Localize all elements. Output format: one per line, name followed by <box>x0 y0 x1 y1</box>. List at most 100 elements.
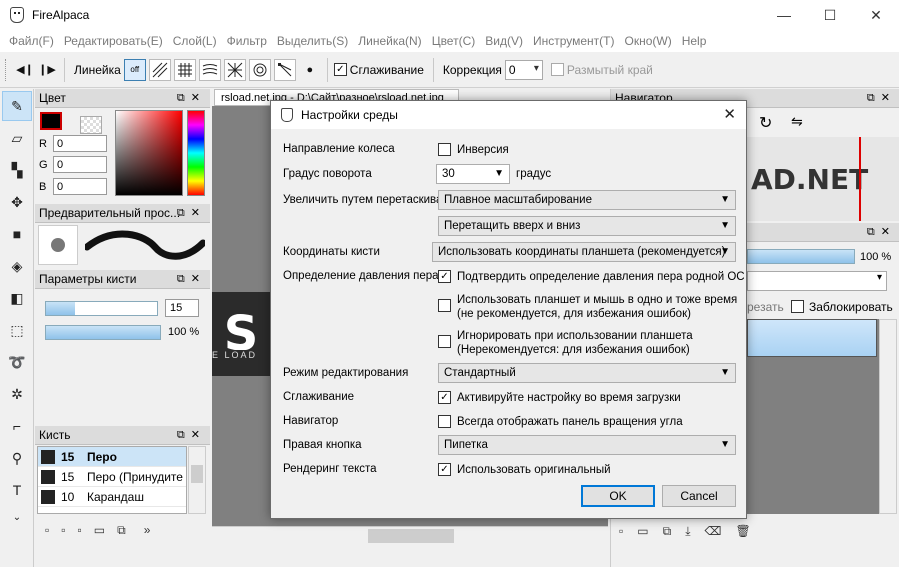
rotation-degree-select[interactable]: 30 ▼ <box>436 164 510 184</box>
menu-color[interactable]: Цвет(C) <box>427 34 481 48</box>
merge-down-icon[interactable]: ⤓ <box>685 524 690 539</box>
ruler-concentric-icon[interactable] <box>248 58 271 81</box>
clear-layer-icon[interactable]: ⌫ <box>705 524 722 538</box>
pen-tool-icon[interactable]: ✎ <box>2 91 32 121</box>
zoom-drag-select[interactable]: Плавное масштабирование ▼ <box>438 190 736 210</box>
panel-dock-close-icons[interactable]: ⧉✕ <box>867 91 896 105</box>
lock-checkbox[interactable] <box>791 300 804 313</box>
duplicate-icon[interactable]: ⧉ <box>117 523 126 538</box>
next-frame-icon[interactable]: ❙▶ <box>36 59 58 81</box>
menu-ruler[interactable]: Линейка(N) <box>353 34 426 48</box>
gradient-tool-icon[interactable]: ◧ <box>2 283 32 313</box>
wheel-invert-checkbox[interactable] <box>438 143 451 156</box>
eraser-tool-icon[interactable]: ▱ <box>2 123 32 153</box>
pressure-ignore-option[interactable]: Игнорировать при использовании планшета … <box>438 329 693 357</box>
duplicate-layer-icon[interactable]: ⧉ <box>663 524 672 539</box>
move-tool-icon[interactable]: ✥ <box>2 187 32 217</box>
text-render-option[interactable]: ✓ Использовать оригинальный <box>438 463 611 477</box>
edit-mode-select[interactable]: Стандартный ▼ <box>438 363 736 383</box>
cancel-button[interactable]: Cancel <box>662 485 736 507</box>
brush-list-scrollbar[interactable] <box>188 446 206 514</box>
g-input[interactable]: 0 <box>53 156 107 173</box>
folder-icon[interactable]: ▭ <box>94 523 105 537</box>
foreground-color-swatch[interactable] <box>40 112 62 130</box>
antialias-checkbox[interactable]: ✓ <box>333 63 347 76</box>
new-brush-alt-icon[interactable]: ▫ <box>61 523 65 537</box>
saturation-value-picker[interactable] <box>115 110 183 196</box>
panel-dock-close-icons[interactable]: ⧉✕ <box>177 272 206 286</box>
brush-row[interactable]: 15 Перо (Принудите <box>38 467 186 487</box>
fill-shape-tool-icon[interactable]: ■ <box>2 219 32 249</box>
text-render-checkbox[interactable]: ✓ <box>438 463 451 476</box>
panel-dock-close-icons[interactable]: ⧉✕ <box>177 91 206 105</box>
menu-select[interactable]: Выделить(S) <box>272 34 353 48</box>
navigator-preview[interactable]: AD.NET <box>747 137 899 221</box>
canvas-horizontal-scrollbar[interactable] <box>212 526 608 544</box>
menu-edit[interactable]: Редактировать(E) <box>59 34 168 48</box>
pressure-tablet-mouse-checkbox[interactable] <box>438 299 451 312</box>
menu-window[interactable]: Окно(W) <box>619 34 676 48</box>
layer-list-scrollbar[interactable] <box>879 319 897 514</box>
panel-dock-close-icons[interactable]: ⧉✕ <box>867 225 896 239</box>
new-layer-icon[interactable]: ▫ <box>619 524 623 538</box>
navigator-option[interactable]: Всегда отображать панель вращения угла <box>438 415 683 429</box>
delete-layer-icon[interactable]: 🗑 <box>735 524 750 538</box>
menu-file[interactable]: Файл(F) <box>4 34 59 48</box>
select-tool-icon[interactable]: ⬚ <box>2 315 32 345</box>
scroll-thumb[interactable] <box>191 465 203 483</box>
correction-select[interactable]: 0 <box>504 59 543 80</box>
scroll-thumb[interactable] <box>368 529 454 543</box>
text-tool-icon[interactable]: T <box>2 475 32 505</box>
pressure-ignore-checkbox[interactable] <box>438 335 451 348</box>
brush-coords-select[interactable]: Использовать координаты планшета (рекоме… <box>432 242 736 262</box>
minimize-button[interactable]: — <box>761 0 807 30</box>
r-input[interactable]: 0 <box>53 135 107 152</box>
prev-frame-icon[interactable]: ◀❙ <box>14 59 36 81</box>
dialog-close-button[interactable]: ✕ <box>723 105 736 123</box>
ruler-radial-icon[interactable] <box>223 58 246 81</box>
hue-slider[interactable] <box>187 110 205 196</box>
close-button[interactable]: ✕ <box>853 0 899 30</box>
smoothing-option[interactable]: ✓ Активируйте настройку во время загрузк… <box>438 391 681 405</box>
ruler-parallel-icon[interactable] <box>148 58 171 81</box>
b-input[interactable]: 0 <box>53 178 107 195</box>
maximize-button[interactable]: ☐ <box>807 0 853 30</box>
wheel-invert-option[interactable]: Инверсия <box>438 143 509 157</box>
menu-layer[interactable]: Слой(L) <box>168 34 222 48</box>
smoothing-checkbox[interactable]: ✓ <box>438 391 451 404</box>
rotate-icon[interactable]: ↻ <box>759 113 772 133</box>
menu-tool[interactable]: Инструмент(T) <box>528 34 620 48</box>
soft-edge-checkbox[interactable] <box>550 63 564 76</box>
ok-button[interactable]: OK <box>581 485 655 507</box>
brush-row[interactable]: 10 Карандаш <box>38 487 186 507</box>
ruler-cross-icon[interactable] <box>173 58 196 81</box>
brush-size-slider[interactable] <box>45 301 158 316</box>
more-tools-icon[interactable]: ⌄ <box>2 507 32 527</box>
new-brush-icon[interactable]: ▫ <box>45 523 49 537</box>
select-pen-tool-icon[interactable]: ⌐ <box>2 411 32 441</box>
brush-row[interactable]: 15 Перо <box>38 447 186 467</box>
layer-opacity-slider[interactable] <box>747 249 855 264</box>
navigator-checkbox[interactable] <box>438 415 451 428</box>
bucket-tool-icon[interactable]: ◈ <box>2 251 32 281</box>
menu-view[interactable]: Вид(V) <box>480 34 528 48</box>
brush-size-input[interactable]: 15 <box>165 299 199 317</box>
right-button-select[interactable]: Пипетка ▼ <box>438 435 736 455</box>
ruler-curve-icon[interactable] <box>198 58 221 81</box>
brush-settings-icon[interactable]: ▫ <box>78 523 82 537</box>
ruler-off-button[interactable]: off <box>123 58 146 81</box>
blend-mode-select[interactable]: ▾ <box>747 271 887 291</box>
pressure-os-option[interactable]: ✓ Подтвердить определение давления пера … <box>438 270 745 284</box>
new-layer-folder-icon[interactable]: ▭ <box>637 524 648 538</box>
brush-opacity-slider[interactable] <box>45 325 161 340</box>
panel-dock-close-icons[interactable]: ⧉✕ <box>177 428 206 442</box>
dot-pen-tool-icon[interactable]: ▚ <box>2 155 32 185</box>
more-icon[interactable]: » <box>144 523 151 537</box>
flip-icon[interactable]: ⇋ <box>791 113 803 130</box>
lasso-tool-icon[interactable]: ➰ <box>2 347 32 377</box>
dot-icon[interactable]: ● <box>299 59 321 81</box>
pressure-tablet-mouse-option[interactable]: Использовать планшет и мышь в одно и тож… <box>438 293 737 321</box>
menu-filter[interactable]: Фильтр <box>222 34 272 48</box>
menu-help[interactable]: Help <box>677 34 712 48</box>
eyedropper-tool-icon[interactable]: ⚲ <box>2 443 32 473</box>
